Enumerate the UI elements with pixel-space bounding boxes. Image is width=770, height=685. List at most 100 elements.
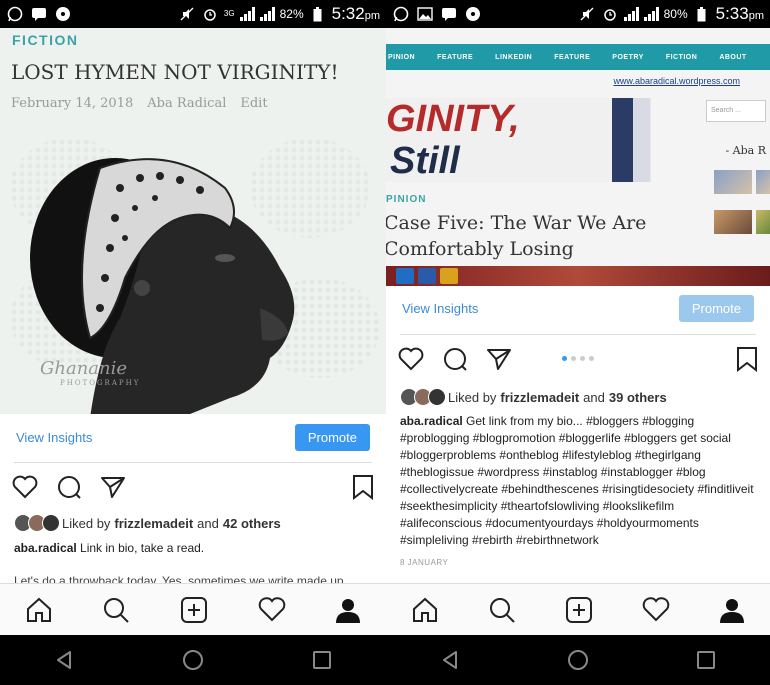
android-nav-bar: [0, 635, 386, 685]
add-post-icon[interactable]: [180, 596, 208, 624]
right-screenshot: 80% 5:33pm PINION FEATURE LINKEDIN FEATU…: [386, 0, 770, 685]
like-heart-icon[interactable]: [398, 347, 424, 371]
home-icon[interactable]: [411, 597, 439, 623]
back-icon[interactable]: [440, 650, 460, 670]
add-post-icon[interactable]: [565, 596, 593, 624]
promote-button[interactable]: Promote: [678, 294, 754, 322]
recents-icon[interactable]: [312, 650, 332, 670]
caption-text: Link in bio, take a read.: [80, 541, 205, 555]
thumbnail: [714, 170, 752, 194]
gallery-icon: [416, 5, 434, 23]
divider: [14, 462, 372, 463]
caption-username[interactable]: aba.radical: [400, 414, 463, 428]
blog-nav-item: FEATURE: [554, 53, 591, 61]
thumbnail: [756, 210, 770, 234]
blog-nav-item: LINKEDIN: [495, 53, 533, 61]
whatsapp-icon: [392, 5, 410, 23]
share-send-icon[interactable]: [486, 347, 512, 371]
alarm-icon: [201, 5, 219, 23]
post-title: Case Five: The War We Are Comfortably Lo…: [386, 212, 647, 260]
back-icon[interactable]: [54, 650, 74, 670]
promote-button[interactable]: Promote: [294, 423, 370, 451]
thumbnail: [714, 210, 752, 234]
battery-percent: 80%: [663, 7, 688, 21]
left-screenshot: 3G 82% 5:32pm FICTION LOST HYMEN NOT VIR…: [0, 0, 386, 685]
whatsapp-icon: [6, 5, 24, 23]
alarm-icon: [601, 5, 619, 23]
post-image[interactable]: FICTION LOST HYMEN NOT VIRGINITY! Februa…: [0, 28, 386, 414]
insights-row: View Insights Promote: [0, 417, 386, 457]
bottom-tab-bar: [386, 583, 770, 635]
battery-icon: [693, 5, 711, 23]
bbm-icon: [30, 5, 48, 23]
divider: [400, 334, 756, 335]
signal-icon-2: [259, 7, 275, 21]
home-icon[interactable]: [25, 597, 53, 623]
post-meta: February 14, 2018 Aba Radical Edit: [11, 96, 268, 111]
battery-icon: [309, 5, 327, 23]
battery-percent: 82%: [279, 7, 304, 21]
home-circle-icon[interactable]: [182, 649, 204, 671]
share-send-icon[interactable]: [100, 475, 126, 499]
comment-icon[interactable]: [442, 347, 468, 371]
activity-heart-icon[interactable]: [258, 596, 286, 623]
liked-user[interactable]: frizzlemadeit: [114, 516, 193, 531]
blog-url: www.abaradical.wordpress.com: [613, 76, 740, 86]
signal-icon: [239, 7, 255, 21]
post-banner: GINITY, Still: [386, 98, 682, 182]
liker-avatars: [14, 514, 60, 532]
music-icon: [464, 5, 482, 23]
mute-icon: [178, 5, 196, 23]
home-circle-icon[interactable]: [567, 649, 589, 671]
liked-user[interactable]: frizzlemadeit: [500, 390, 579, 405]
liked-by-row[interactable]: Liked by frizzlemadeit and 39 others: [400, 388, 671, 406]
carousel-dots: [562, 356, 594, 361]
photographer-watermark: Ghananie PHOTOGRAPHY: [40, 358, 141, 387]
blog-nav-item: ABOUT: [719, 53, 747, 61]
thumbnail: [756, 170, 770, 194]
profile-icon[interactable]: [335, 597, 361, 623]
liked-count[interactable]: 42 others: [223, 516, 281, 531]
caption-username[interactable]: aba.radical: [14, 541, 77, 555]
music-icon: [54, 5, 72, 23]
blog-nav-item: POETRY: [612, 53, 644, 61]
activity-heart-icon[interactable]: [642, 596, 670, 623]
bbm-icon: [440, 5, 458, 23]
blog-search-box: Search ...: [706, 100, 766, 122]
liker-avatars: [400, 388, 446, 406]
post-category: FICTION: [12, 32, 79, 48]
signal-icon-2: [643, 7, 659, 21]
search-icon[interactable]: [488, 596, 516, 624]
mute-icon: [578, 5, 596, 23]
caption: aba.radical Get link from my bio... #blo…: [400, 413, 758, 549]
post-image[interactable]: PINION FEATURE LINKEDIN FEATURE POETRY F…: [386, 28, 770, 286]
sidebar-name: - Aba R: [725, 144, 766, 157]
bookmark-icon[interactable]: [352, 474, 374, 500]
clock: 5:32pm: [331, 4, 380, 23]
bottom-tab-bar: [0, 583, 386, 635]
view-insights-link[interactable]: View Insights: [402, 301, 478, 316]
post-edit-link: Edit: [240, 96, 268, 111]
view-insights-link[interactable]: View Insights: [16, 430, 92, 445]
liked-by-row[interactable]: Liked by frizzlemadeit and 42 others: [14, 514, 285, 532]
caption: aba.radical Link in bio, take a read.: [14, 540, 374, 557]
caption-text: Get link from my bio... #bloggers #blogg…: [400, 414, 754, 547]
post-author: Aba Radical: [147, 96, 227, 111]
post-date: 8 JANUARY: [400, 558, 449, 567]
status-bar: 80% 5:33pm: [386, 0, 770, 28]
android-nav-bar: [386, 635, 770, 685]
post-date: February 14, 2018: [11, 96, 134, 111]
profile-icon[interactable]: [719, 597, 745, 623]
post-actions: [12, 472, 374, 502]
comment-icon[interactable]: [56, 475, 82, 499]
blog-nav: PINION FEATURE LINKEDIN FEATURE POETRY F…: [386, 44, 770, 70]
recents-icon[interactable]: [696, 650, 716, 670]
network-type: 3G: [223, 9, 235, 18]
bookmark-icon[interactable]: [736, 346, 758, 372]
liked-count[interactable]: 39 others: [609, 390, 667, 405]
search-icon[interactable]: [102, 596, 130, 624]
blog-nav-item: FEATURE: [437, 53, 474, 61]
clock: 5:33pm: [715, 4, 764, 23]
post-title: LOST HYMEN NOT VIRGINITY!: [11, 60, 339, 84]
like-heart-icon[interactable]: [12, 475, 38, 499]
